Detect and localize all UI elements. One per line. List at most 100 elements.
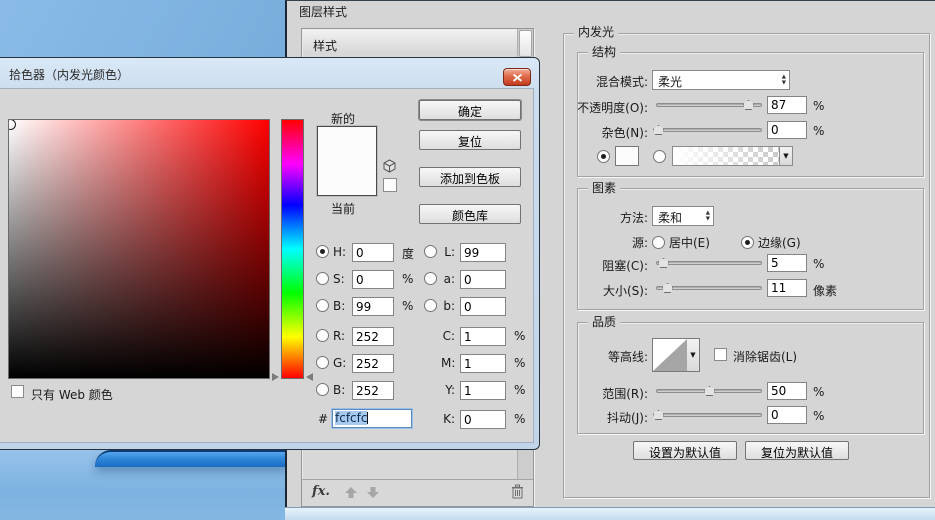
m-label: M: (441, 356, 456, 370)
glow-color-radio[interactable] (597, 150, 610, 163)
contour-thumbnail[interactable] (652, 338, 688, 372)
noise-unit: % (813, 124, 825, 138)
choke-slider[interactable] (656, 261, 762, 265)
antialias-checkbox[interactable] (714, 348, 727, 361)
b2-radio[interactable] (316, 383, 329, 396)
quality-title: 品质 (588, 316, 621, 329)
lab-b-input[interactable] (460, 297, 506, 316)
web-colors-only-checkbox[interactable] (11, 385, 24, 398)
ok-button[interactable]: 确定 (419, 100, 521, 120)
color-picker-title: 拾色器（内发光颜色） (9, 68, 130, 82)
lab-b-radio[interactable] (424, 299, 437, 312)
k-label: K: (443, 412, 455, 426)
range-unit: % (813, 385, 825, 399)
y-unit: % (514, 383, 526, 397)
k-input[interactable] (460, 410, 506, 429)
web-safe-swatch[interactable] (383, 178, 397, 192)
move-effect-down-icon[interactable] (366, 486, 380, 502)
source-edge-radio[interactable] (741, 236, 754, 249)
range-input[interactable] (767, 382, 807, 400)
opacity-input[interactable] (767, 96, 807, 114)
s-radio[interactable] (316, 272, 329, 285)
b2-input[interactable] (352, 381, 394, 400)
reset-button[interactable]: 复位 (419, 130, 521, 150)
opacity-label: 不透明度(O): (577, 101, 648, 115)
color-field[interactable] (8, 119, 270, 379)
new-current-swatch (317, 126, 377, 196)
s-input[interactable] (352, 270, 394, 289)
hue-slider-right-arrow-icon[interactable] (306, 373, 313, 381)
web-colors-only-label: 只有 Web 颜色 (31, 388, 113, 402)
dialog-bottom-frame (285, 507, 935, 520)
b-radio[interactable] (316, 299, 329, 312)
antialias-label: 消除锯齿(L) (733, 350, 798, 364)
b2-label: B: (333, 383, 346, 397)
reset-default-button[interactable]: 复位为默认值 (745, 441, 849, 460)
s-label: S: (333, 272, 345, 286)
add-to-swatches-button[interactable]: 添加到色板 (419, 167, 521, 187)
h-input[interactable] (352, 243, 394, 262)
source-edge-label: 边缘(G) (758, 236, 801, 250)
fx-icon[interactable]: fx. (312, 484, 330, 499)
source-center-radio[interactable] (652, 236, 665, 249)
jitter-input[interactable] (767, 406, 807, 424)
spinner-arrows-icon: ▲ ▼ (781, 74, 786, 86)
a-input[interactable] (460, 270, 506, 289)
contour-dropdown-arrow-icon[interactable]: ▼ (687, 338, 700, 372)
styles-scrollbar-thumb[interactable] (519, 30, 532, 57)
hue-slider[interactable] (281, 119, 304, 379)
c-input[interactable] (460, 327, 506, 346)
y-input[interactable] (460, 381, 506, 400)
move-effect-up-icon[interactable] (344, 486, 358, 502)
lab-b-label: b: (443, 299, 455, 313)
glow-color-swatch[interactable] (615, 146, 639, 166)
size-input[interactable] (767, 279, 807, 297)
make-default-button[interactable]: 设置为默认值 (633, 441, 737, 460)
r-label: R: (333, 329, 346, 343)
m-unit: % (514, 356, 526, 370)
noise-input[interactable] (767, 121, 807, 139)
hex-input[interactable]: fcfcfc (332, 409, 412, 428)
spinner-arrows-icon: ▲ ▼ (705, 210, 710, 222)
c-label: C: (442, 329, 455, 343)
color-picker-dialog: 拾色器（内发光颜色） 新的 当前 确定 复位 添加到色板 颜色库 H: 度 (0, 57, 540, 450)
close-icon[interactable] (503, 68, 531, 86)
color-libraries-button[interactable]: 颜色库 (419, 204, 521, 224)
structure-title: 结构 (588, 46, 621, 59)
glow-gradient-swatch[interactable] (672, 146, 780, 166)
b-unit: % (402, 299, 414, 313)
color-field-marker[interactable] (9, 120, 16, 130)
out-of-gamut-cube-icon[interactable] (383, 159, 396, 176)
g-radio[interactable] (316, 356, 329, 369)
delete-effect-icon[interactable] (511, 484, 524, 502)
gradient-dropdown-arrow-icon[interactable]: ▼ (779, 146, 793, 166)
r-radio[interactable] (316, 329, 329, 342)
layer-style-dialog-title: 图层样式 (299, 5, 348, 19)
a-radio[interactable] (424, 272, 437, 285)
hue-slider-left-arrow-icon[interactable] (272, 373, 279, 381)
l-input[interactable] (460, 243, 506, 262)
blend-mode-select[interactable]: 柔光 ▲ ▼ (652, 70, 790, 90)
g-input[interactable] (352, 354, 394, 373)
jitter-slider[interactable] (656, 413, 762, 417)
b-input[interactable] (352, 297, 394, 316)
hex-label: # (318, 412, 329, 426)
noise-label: 杂色(N): (601, 126, 648, 140)
size-unit: 像素 (813, 284, 838, 298)
text-caret (367, 412, 369, 424)
l-radio[interactable] (424, 245, 437, 258)
opacity-unit: % (813, 99, 825, 113)
source-center-label: 居中(E) (669, 236, 710, 250)
choke-label: 阻塞(C): (602, 259, 648, 273)
styles-footer-toolbar: fx. (302, 479, 533, 506)
technique-select[interactable]: 柔和 ▲ ▼ (652, 206, 714, 226)
choke-input[interactable] (767, 254, 807, 272)
styles-header-label[interactable]: 样式 (313, 37, 337, 54)
noise-slider[interactable] (656, 128, 762, 132)
h-radio[interactable] (316, 245, 329, 258)
size-label: 大小(S): (602, 284, 648, 298)
h-label: H: (333, 245, 347, 259)
r-input[interactable] (352, 327, 394, 346)
m-input[interactable] (460, 354, 506, 373)
glow-gradient-radio[interactable] (653, 150, 666, 163)
